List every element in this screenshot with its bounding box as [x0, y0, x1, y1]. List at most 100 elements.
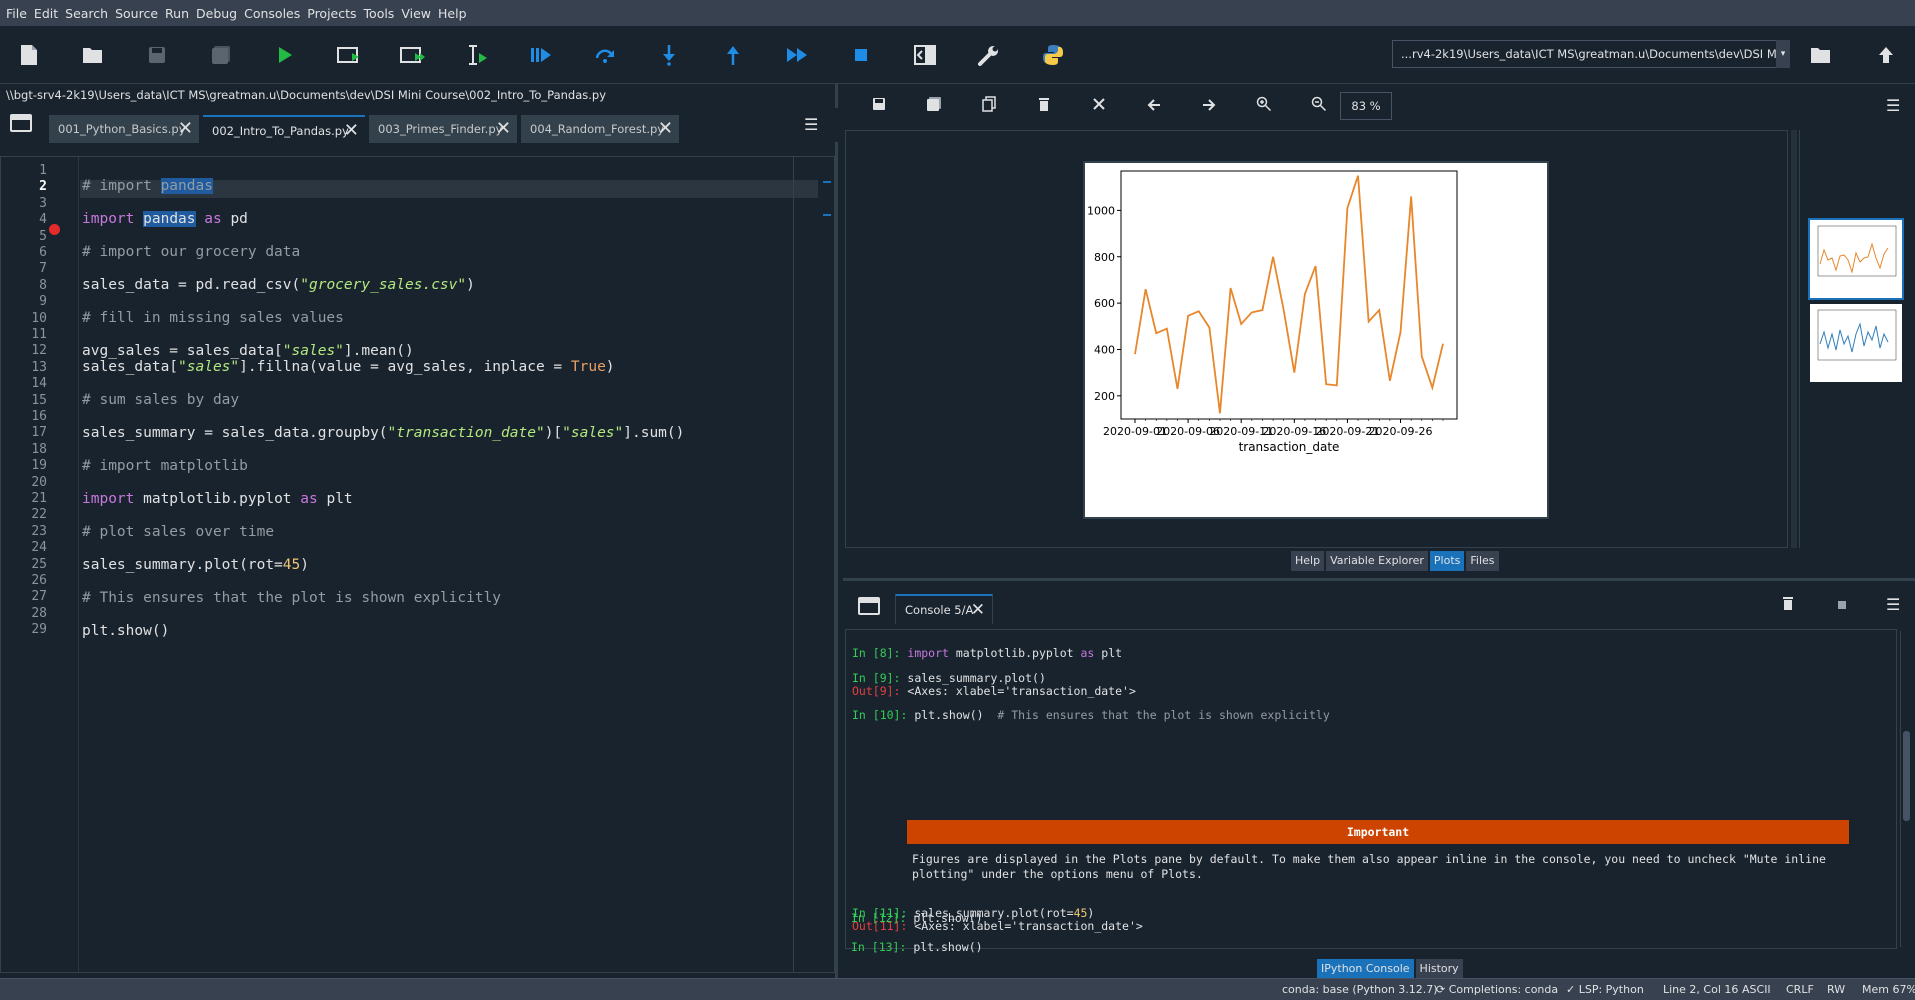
zoom-in-icon[interactable] — [1253, 96, 1275, 118]
close-icon[interactable]: ✕ — [658, 115, 673, 143]
code-line-17: sales_summary = sales_data.groupby("tran… — [82, 425, 685, 441]
console-in-10: In [10]: plt.show() # This ensures that … — [852, 708, 1330, 722]
console-scrollbar[interactable] — [1900, 631, 1910, 947]
plots-toolbar: 83 % ☰ — [843, 84, 1915, 128]
menu-search[interactable]: Search — [65, 6, 108, 21]
breakpoint-icon[interactable] — [49, 224, 60, 235]
maximize-pane-icon[interactable] — [910, 40, 940, 70]
step-return-icon[interactable] — [718, 40, 748, 70]
previous-plot-icon[interactable] — [1143, 96, 1165, 118]
ipython-console-output[interactable]: In [8]: import matplotlib.pyplot as plt … — [845, 629, 1897, 949]
code-line-21: import matplotlib.pyplot as plt — [82, 491, 353, 507]
plot-thumbnail[interactable] — [1810, 304, 1902, 382]
next-plot-icon[interactable] — [1198, 96, 1220, 118]
console-options-menu-icon[interactable]: ☰ — [1886, 595, 1900, 614]
console-scrollbar-thumb[interactable] — [1903, 731, 1910, 821]
menu-edit[interactable]: Edit — [34, 6, 58, 21]
tab-001-python-basics[interactable]: 001_Python_Basics.py ✕ — [49, 115, 199, 143]
tab-plots[interactable]: Plots — [1429, 551, 1465, 571]
remove-plot-icon[interactable] — [1033, 96, 1055, 118]
tab-003-primes-finder[interactable]: 003_Primes_Finder.py ✕ — [369, 115, 517, 143]
python-path-icon[interactable] — [1038, 40, 1068, 70]
line-number: 18 — [31, 441, 47, 457]
menu-view[interactable]: View — [401, 6, 431, 21]
menu-consoles[interactable]: Consoles — [244, 6, 300, 21]
run-cell-advance-icon[interactable] — [398, 40, 428, 70]
line-number: 2 — [39, 179, 47, 195]
code-line-4: import pandas as pd — [82, 211, 248, 227]
run-selection-icon[interactable] — [462, 40, 492, 70]
open-file-icon[interactable] — [78, 40, 108, 70]
menu-source[interactable]: Source — [115, 6, 158, 21]
browse-directory-icon[interactable] — [1806, 40, 1836, 70]
status-conda-env[interactable]: conda: base (Python 3.12.7) — [1282, 983, 1438, 996]
step-over-icon[interactable] — [590, 40, 620, 70]
zoom-level-field[interactable]: 83 % — [1340, 92, 1392, 120]
remove-all-plots-icon[interactable] — [1088, 96, 1110, 118]
close-icon[interactable]: ✕ — [496, 115, 511, 143]
tab-004-random-forest[interactable]: 004_Random_Forest.py ✕ — [521, 115, 679, 143]
close-icon[interactable]: ✕ — [971, 596, 985, 624]
plots-options-menu-icon[interactable]: ☰ — [1886, 96, 1900, 115]
run-icon[interactable] — [270, 40, 300, 70]
menu-debug[interactable]: Debug — [196, 6, 237, 21]
right-pane-tabs: Help Variable Explorer Plots Files — [1291, 551, 1501, 571]
line-number: 8 — [39, 277, 47, 293]
line-number: 11 — [31, 327, 47, 342]
status-bar: conda: base (Python 3.12.7) ⟳ Completion… — [0, 978, 1915, 1000]
debug-icon[interactable] — [526, 40, 556, 70]
stop-debug-icon[interactable] — [846, 40, 876, 70]
clear-console-icon[interactable] — [1777, 595, 1799, 617]
editor-options-menu-icon[interactable]: ☰ — [804, 115, 818, 134]
sync-icon: ⟳ — [1436, 983, 1449, 996]
working-directory-input[interactable]: ...rv4-2k19\Users_data\ICT MS\greatman.u… — [1392, 40, 1777, 68]
close-icon[interactable]: ✕ — [344, 117, 359, 145]
line-number: 13 — [31, 359, 47, 375]
copy-plot-icon[interactable] — [978, 96, 1000, 118]
menu-run[interactable]: Run — [165, 6, 189, 21]
tab-history[interactable]: History — [1415, 959, 1463, 979]
browse-tabs-icon[interactable] — [10, 114, 32, 132]
run-cell-icon[interactable] — [334, 40, 364, 70]
working-directory-dropdown[interactable]: ▾ — [1776, 40, 1790, 68]
status-lsp[interactable]: ✓ LSP: Python — [1566, 983, 1644, 996]
new-file-icon[interactable] — [14, 40, 44, 70]
save-file-icon[interactable] — [142, 40, 172, 70]
browse-console-tabs-icon[interactable] — [858, 597, 880, 615]
menu-projects[interactable]: Projects — [307, 6, 356, 21]
save-all-plots-icon[interactable] — [923, 96, 945, 118]
step-into-icon[interactable] — [654, 40, 684, 70]
tab-files[interactable]: Files — [1466, 551, 1499, 571]
preferences-wrench-icon[interactable] — [974, 40, 1004, 70]
code-line-8: sales_data = pd.read_csv("grocery_sales.… — [82, 277, 475, 293]
line-number: 25 — [31, 556, 47, 572]
tab-ipython-console[interactable]: IPython Console — [1317, 959, 1414, 979]
line-number: 27 — [31, 589, 47, 605]
console-tab[interactable]: Console 5/A ✕ — [895, 594, 993, 624]
interrupt-kernel-icon[interactable] — [1831, 595, 1853, 617]
continue-icon[interactable] — [782, 40, 812, 70]
status-eol: CRLF — [1786, 983, 1814, 996]
tab-variable-explorer[interactable]: Variable Explorer — [1326, 551, 1428, 571]
console-bottom-tabs: IPython Console History — [1317, 959, 1465, 979]
close-icon[interactable]: ✕ — [178, 115, 193, 143]
save-plot-icon[interactable] — [868, 96, 890, 118]
thumbnail-splitter[interactable] — [1791, 130, 1797, 548]
important-banner: Important — [907, 820, 1849, 844]
zoom-out-icon[interactable] — [1308, 96, 1330, 118]
menu-help[interactable]: Help — [438, 6, 467, 21]
tab-002-intro-to-pandas[interactable]: 002_Intro_To_Pandas.py ✕ — [203, 115, 365, 143]
tab-help[interactable]: Help — [1291, 551, 1325, 571]
code-editor[interactable]: 1 2 3 4 5 6 7 8 9 10 11 12 13 14 15 16 17 18 19 20 21 22 23 24 2… — [0, 156, 835, 973]
menu-bar: File Edit Search Source Run Debug Consol… — [0, 0, 1915, 26]
plot-thumbnail[interactable] — [1808, 218, 1904, 300]
tab-label: 001_Python_Basics.py — [58, 122, 186, 136]
status-completions[interactable]: ⟳ Completions: conda — [1436, 983, 1558, 996]
status-memory: Mem 67% — [1862, 983, 1915, 996]
line-number: 9 — [39, 294, 47, 310]
parent-directory-icon[interactable] — [1871, 40, 1901, 70]
save-all-icon[interactable] — [206, 40, 236, 70]
menu-file[interactable]: File — [6, 6, 27, 21]
code-line-29: plt.show() — [82, 623, 170, 639]
menu-tools[interactable]: Tools — [364, 6, 395, 21]
